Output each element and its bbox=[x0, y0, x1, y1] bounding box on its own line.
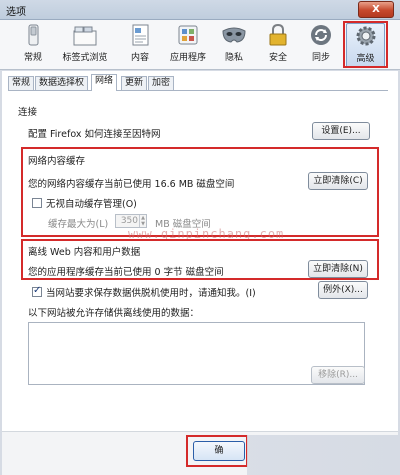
connection-title: 连接 bbox=[18, 107, 38, 118]
toolbar-label-content: 内容 bbox=[130, 53, 149, 63]
toolbar-label-general: 常规 bbox=[23, 53, 42, 63]
window-title: 选项 bbox=[6, 7, 26, 18]
spinner-arrows-icon[interactable]: ▲ ▼ bbox=[139, 215, 146, 227]
cache-title: 网络内容缓存 bbox=[28, 156, 86, 167]
toolbar-label-security: 安全 bbox=[268, 53, 287, 63]
toolbar-item-privacy[interactable]: 隐私 bbox=[218, 23, 250, 68]
offline-usage-text: 您的应用程序缓存当前已使用 0 字节 磁盘空间 bbox=[28, 267, 224, 278]
offline-remove-button[interactable]: 移除(R)... bbox=[311, 366, 365, 384]
toolbar-item-general[interactable]: 常规 bbox=[16, 23, 50, 68]
cache-override-label: 无视自动缓存管理(O) bbox=[46, 199, 137, 210]
tabs-icon bbox=[73, 26, 97, 46]
offline-clear-button[interactable]: 立即清除(N) bbox=[308, 260, 368, 278]
ok-highlight-box bbox=[186, 435, 248, 467]
toolbar-item-applications[interactable]: 应用程序 bbox=[166, 23, 210, 68]
connection-settings-button[interactable]: 设置(E)... bbox=[312, 122, 370, 140]
cache-limit-spinner[interactable]: 350 ▲ ▼ bbox=[115, 214, 147, 228]
subtab-encryption[interactable]: 加密 bbox=[148, 76, 175, 90]
toolbar-label-privacy: 隐私 bbox=[224, 53, 243, 63]
subtab-network[interactable]: 网络 bbox=[91, 74, 118, 91]
page-icon bbox=[132, 24, 149, 46]
toolbar-label-tabs: 标签式浏览 bbox=[62, 53, 108, 63]
subtab-divider bbox=[8, 90, 388, 91]
toolbar-item-content[interactable]: 内容 bbox=[124, 23, 156, 68]
close-button[interactable]: X bbox=[358, 1, 394, 18]
footer-blur-region bbox=[247, 435, 400, 475]
sync-icon bbox=[311, 25, 331, 45]
subtab-data-choices[interactable]: 数据选择权 bbox=[35, 76, 89, 90]
toolbar-item-tabs[interactable]: 标签式浏览 bbox=[59, 23, 111, 68]
cache-limit-label: 缓存最大为(L) bbox=[48, 219, 109, 230]
offline-notify-checkbox[interactable] bbox=[32, 285, 42, 297]
offline-notify-label: 当网站要求保存数据供脱机使用时，请通知我。(I) bbox=[46, 288, 256, 299]
title-bar: 选项 X bbox=[0, 0, 400, 20]
applications-icon bbox=[178, 25, 198, 45]
subtab-general[interactable]: 常规 bbox=[8, 76, 35, 90]
cache-override-checkbox[interactable] bbox=[32, 198, 42, 208]
toolbar-item-security[interactable]: 安全 bbox=[262, 23, 294, 68]
advanced-highlight-box bbox=[343, 21, 388, 68]
cache-clear-button[interactable]: 立即清除(C) bbox=[308, 172, 368, 190]
toolbar-label-sync: 同步 bbox=[311, 53, 330, 63]
offline-title: 离线 Web 内容和用户数据 bbox=[28, 247, 141, 258]
connection-description: 配置 Firefox 如何连接至因特网 bbox=[28, 129, 161, 140]
cache-limit-value: 350 bbox=[120, 216, 138, 226]
toolbar-item-sync[interactable]: 同步 bbox=[305, 23, 337, 68]
options-toolbar: 常规 标签式浏览 内容 应用程序 隐私 安全 同步 高级 bbox=[0, 20, 400, 70]
subtab-update[interactable]: 更新 bbox=[121, 76, 148, 90]
offline-allowed-label: 以下网站被允许存储供离线使用的数据： bbox=[28, 308, 200, 319]
cache-usage-text: 您的网络内容缓存当前已使用 16.6 MB 磁盘空间 bbox=[28, 179, 235, 190]
switch-icon bbox=[28, 24, 39, 46]
advanced-panel: 常规 数据选择权 网络 更新 加密 连接 配置 Firefox 如何连接至因特网… bbox=[2, 71, 398, 475]
offline-exceptions-button[interactable]: 例外(X)... bbox=[318, 281, 368, 299]
toolbar-label-applications: 应用程序 bbox=[169, 53, 206, 63]
lock-icon bbox=[269, 23, 287, 46]
mask-icon bbox=[222, 27, 246, 43]
